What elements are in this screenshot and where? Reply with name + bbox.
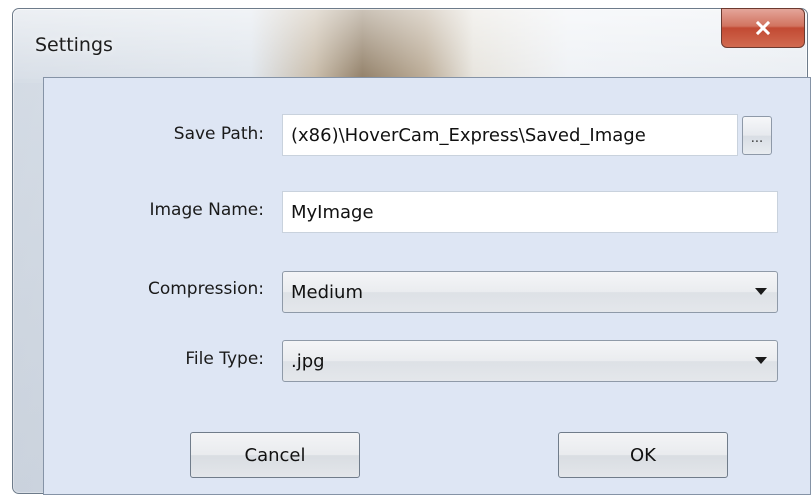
file-type-label: File Type:: [185, 349, 264, 369]
dialog-content: Save Path: ... Image Name: Compression: …: [43, 77, 811, 495]
window-title: Settings: [35, 34, 113, 56]
image-name-label: Image Name:: [149, 200, 264, 220]
browse-button-label: ...: [750, 131, 764, 146]
chevron-down-icon: [755, 288, 767, 295]
save-path-field[interactable]: [282, 114, 738, 156]
settings-dialog: Settings Save Path: ... Image Name: Comp…: [12, 8, 811, 495]
compression-label: Compression:: [147, 279, 264, 299]
compression-select[interactable]: Medium: [282, 271, 778, 313]
ok-button[interactable]: OK: [558, 432, 728, 478]
chevron-down-icon: [755, 357, 767, 364]
compression-selected-value: Medium: [291, 282, 363, 303]
browse-button[interactable]: ...: [742, 116, 772, 155]
cancel-button[interactable]: Cancel: [190, 432, 360, 478]
close-button[interactable]: [721, 8, 805, 48]
file-type-select[interactable]: .jpg: [282, 340, 778, 382]
image-name-field[interactable]: [282, 191, 778, 233]
close-icon: [755, 20, 771, 36]
file-type-selected-value: .jpg: [291, 351, 325, 372]
save-path-label: Save Path:: [173, 124, 264, 144]
